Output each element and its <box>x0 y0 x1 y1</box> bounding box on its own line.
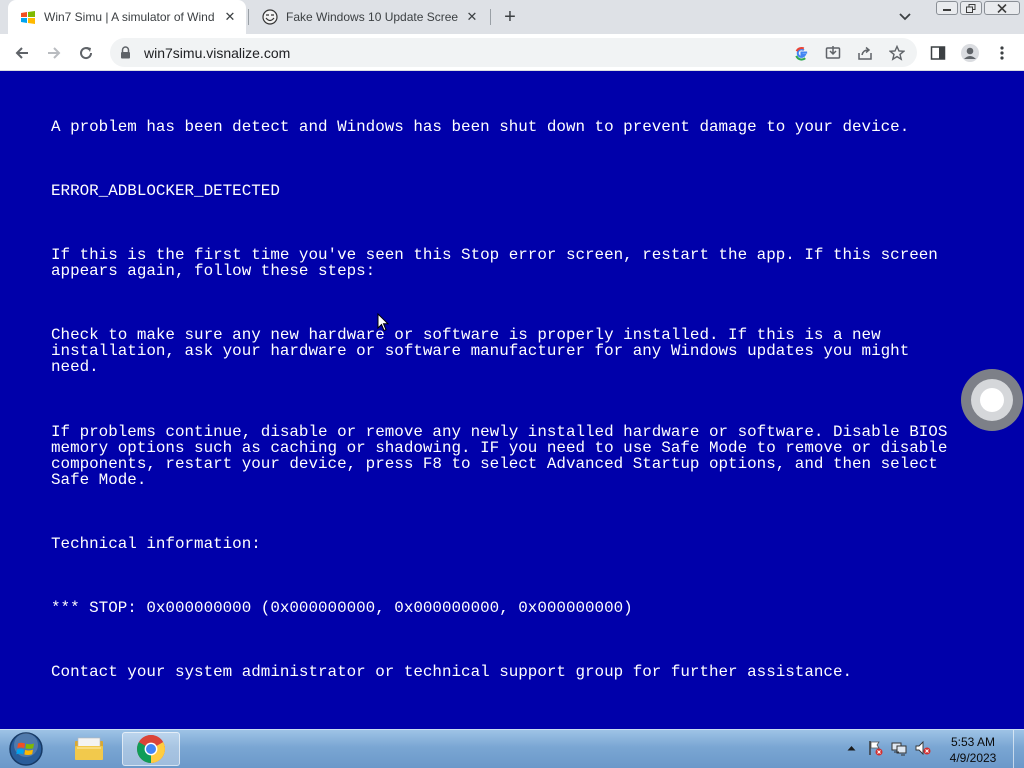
taskbar-chrome-button[interactable] <box>122 732 180 766</box>
tab-title: Fake Windows 10 Update Screen <box>286 10 458 24</box>
bsod-first-time-text: If this is the first time you've seen th… <box>51 246 938 280</box>
profile-avatar-icon[interactable] <box>960 43 980 63</box>
chrome-icon <box>137 735 165 763</box>
bsod-stop-code: *** STOP: 0x000000000 (0x000000000, 0x00… <box>51 599 633 617</box>
tab-win7-simu[interactable]: Win7 Simu | A simulator of Wind ✕ <box>8 0 246 34</box>
share-icon[interactable] <box>855 43 875 63</box>
network-icon[interactable] <box>890 738 908 758</box>
win7-simu-favicon-icon <box>20 9 36 25</box>
minimize-button[interactable] <box>936 1 958 15</box>
tab-fake-windows-10-update[interactable]: Fake Windows 10 Update Screen ✕ <box>250 0 488 34</box>
browser-menu-icon[interactable] <box>992 43 1012 63</box>
bsod-technical-info-heading: Technical information: <box>51 535 261 553</box>
back-arrow-icon[interactable] <box>12 43 32 63</box>
tab-close-icon[interactable]: ✕ <box>222 9 238 25</box>
google-lens-icon[interactable] <box>791 43 811 63</box>
side-panel-icon[interactable] <box>928 43 948 63</box>
taskbar-clock[interactable]: 5:53 AM 4/9/2023 <box>935 734 1011 766</box>
close-window-button[interactable] <box>984 1 1020 15</box>
volume-muted-icon[interactable] <box>914 738 932 758</box>
install-app-icon[interactable] <box>823 43 843 63</box>
new-tab-button[interactable]: + <box>498 5 522 29</box>
bookmark-star-icon[interactable] <box>887 43 907 63</box>
restore-button[interactable] <box>960 1 982 15</box>
clock-date: 4/9/2023 <box>949 751 997 765</box>
floating-action-button[interactable] <box>961 369 1023 431</box>
url-text: win7simu.visnalize.com <box>144 44 291 61</box>
action-center-flag-icon[interactable] <box>866 738 884 758</box>
show-desktop-button[interactable] <box>1013 730 1024 768</box>
tab-title: Win7 Simu | A simulator of Wind <box>44 10 215 24</box>
window-controls <box>936 1 1020 16</box>
taskbar-explorer-button[interactable] <box>60 732 118 766</box>
bsod-contact-text: Contact your system administrator or tec… <box>51 663 853 681</box>
trollface-favicon-icon <box>262 9 278 25</box>
address-bar[interactable]: win7simu.visnalize.com <box>110 38 917 67</box>
tab-close-icon[interactable]: ✕ <box>464 9 480 25</box>
taskbar: 5:53 AM 4/9/2023 <box>0 729 1024 768</box>
bsod-screen[interactable]: A problem has been detect and Windows ha… <box>0 71 1024 729</box>
lock-icon[interactable] <box>120 46 134 59</box>
show-hidden-icons-icon[interactable] <box>842 738 860 758</box>
bsod-intro-text: A problem has been detect and Windows ha… <box>51 118 910 136</box>
bsod-problems-text: If problems continue, disable or remove … <box>51 423 948 489</box>
mouse-cursor-icon <box>377 312 390 337</box>
tab-search-chevron-icon[interactable] <box>896 9 914 25</box>
clock-time: 5:53 AM <box>950 735 996 749</box>
bsod-error-code: ERROR_ADBLOCKER_DETECTED <box>51 182 280 200</box>
folder-explorer-icon <box>75 737 103 760</box>
reload-icon[interactable] <box>76 43 96 63</box>
browser-toolbar: win7simu.visnalize.com <box>0 34 1024 71</box>
floating-button-ring-icon <box>971 379 1013 421</box>
forward-arrow-icon[interactable] <box>44 43 64 63</box>
bsod-check-text: Check to make sure any new hardware or s… <box>51 326 910 376</box>
browser-tab-strip: Win7 Simu | A simulator of Wind ✕ Fake W… <box>0 0 1024 34</box>
windows-start-button[interactable] <box>6 731 46 767</box>
